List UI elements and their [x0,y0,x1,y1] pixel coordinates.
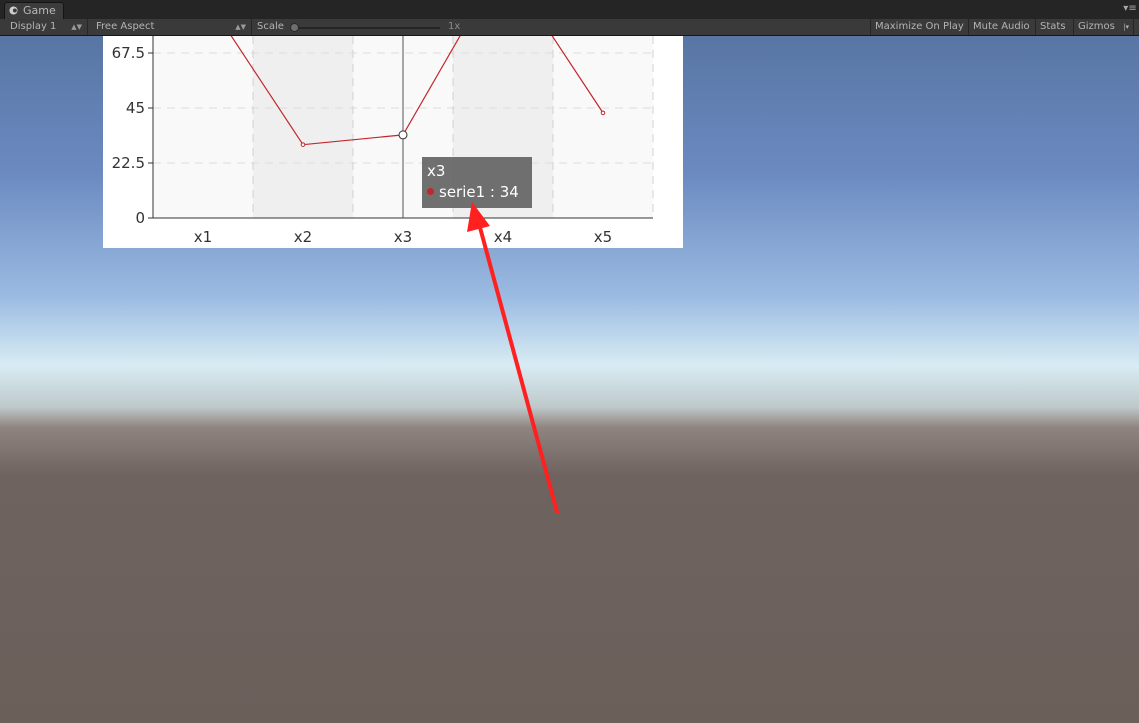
maximize-on-play-toggle[interactable]: Maximize On Play [870,19,969,35]
x-tick-label: x2 [294,228,312,246]
mute-audio-toggle[interactable]: Mute Audio [969,19,1036,35]
display-dropdown[interactable]: Display 1 ▲▼ [6,19,88,35]
scale-slider-track[interactable] [290,27,440,29]
x-tick-label: x1 [194,228,212,246]
y-tick-label: 0 [135,209,145,227]
tooltip-value: serie1 : 34 [439,183,519,201]
tab-game[interactable]: Game [4,2,64,19]
line-chart: 0 22.5 45 67.5 x1 x2 x3 x4 x5 [112,36,654,246]
y-tick-label: 22.5 [112,154,145,172]
window-tab-bar: Game ▾≡ [0,0,1139,20]
gizmos-dropdown[interactable]: Gizmos |▾ [1074,19,1134,35]
scale-slider-handle[interactable] [290,23,299,32]
tab-menu-icon[interactable]: ▾≡ [1123,3,1137,15]
stats-toggle[interactable]: Stats [1036,19,1074,35]
mute-audio-label: Mute Audio [973,21,1030,32]
chart-band [253,36,353,218]
tooltip-title: x3 [427,162,446,180]
scale-label: Scale [257,21,284,32]
display-dropdown-label: Display 1 [10,21,57,32]
chevron-down-icon: |▾ [1123,23,1129,31]
scale-value: 1x [448,21,461,32]
aspect-dropdown-label: Free Aspect [96,21,155,32]
tab-label: Game [23,4,56,17]
x-tick-label: x4 [494,228,512,246]
stats-label: Stats [1040,21,1066,32]
series-point [600,110,606,116]
x-tick-label: x5 [594,228,612,246]
game-controller-icon [9,6,18,15]
game-view[interactable]: 0 22.5 45 67.5 x1 x2 x3 x4 x5 x3 serie1 : 34 [0,36,1139,723]
y-tick-label: 45 [126,99,145,117]
dropdown-arrows-icon: ▲▼ [71,23,82,31]
game-toolbar: Display 1 ▲▼ Free Aspect ▲▼ Scale 1x Max… [0,19,1139,36]
chart-band [553,36,653,218]
aspect-dropdown[interactable]: Free Aspect ▲▼ [92,19,252,35]
gizmos-label: Gizmos [1078,21,1115,32]
y-tick-label: 67.5 [112,44,145,62]
series-point [300,142,306,147]
line-chart-panel: 0 22.5 45 67.5 x1 x2 x3 x4 x5 [103,36,683,248]
chart-tooltip: x3 serie1 : 34 [422,157,532,208]
x-tick-label: x3 [394,228,412,246]
tooltip-row: serie1 : 34 [427,183,519,201]
series-point [398,130,408,140]
annotation-arrow-shaft [476,218,559,514]
maximize-on-play-label: Maximize On Play [875,21,964,32]
series-color-dot-icon [427,187,434,195]
chart-band [153,36,253,218]
dropdown-arrows-icon: ▲▼ [235,23,246,31]
